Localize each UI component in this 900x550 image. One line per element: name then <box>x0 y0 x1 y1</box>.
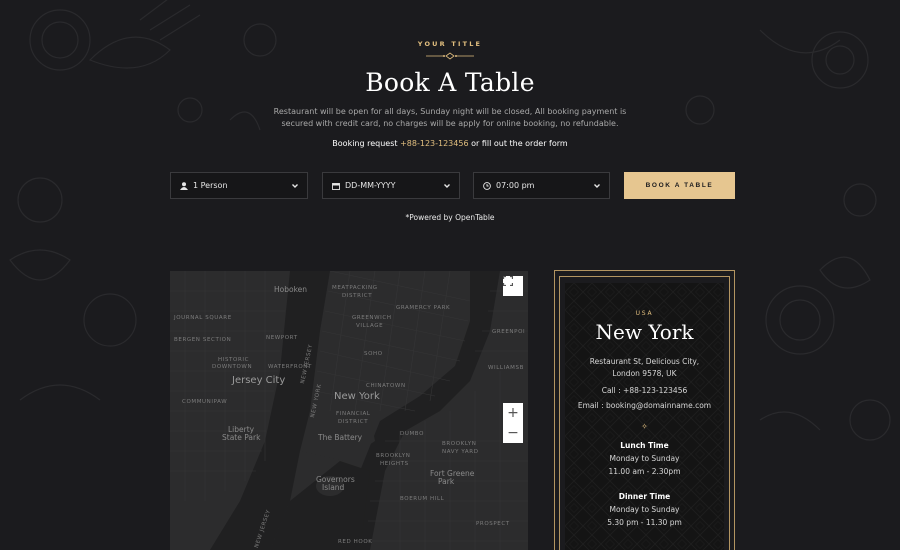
diamond-divider-icon: ✧ <box>641 422 648 431</box>
chevron-down-icon <box>444 184 450 188</box>
chevron-down-icon <box>594 184 600 188</box>
map-label-new-york: New York <box>334 391 380 402</box>
location-address: Restaurant St, Delicious City, London 95… <box>565 356 724 380</box>
map-fullscreen-button[interactable] <box>503 276 523 296</box>
location-email[interactable]: Email : booking@domainname.com <box>565 401 724 410</box>
map-label-financial-district: DISTRICT <box>338 419 369 425</box>
map-label-park: Park <box>438 477 455 486</box>
map-label-gramercy: GRAMERCY PARK <box>396 305 451 311</box>
date-picker[interactable]: DD-MM-YYYY <box>322 172 460 199</box>
booking-description: Restaurant will be open for all days, Su… <box>273 107 627 128</box>
dinner-hours: 5.30 pm - 11.30 pm <box>607 518 682 527</box>
date-value: DD-MM-YYYY <box>345 181 396 190</box>
map-label-brooklyn-navy: BROOKLYN <box>442 441 477 447</box>
map-label-boerum-hill: BOERUM HILL <box>400 496 445 502</box>
dinner-days: Monday to Sunday <box>609 505 680 514</box>
lunch-time-title: Lunch Time <box>620 441 669 450</box>
lunch-hours: 11.00 am - 2.30pm <box>608 467 681 476</box>
map-label-financial: FINANCIAL <box>336 411 371 417</box>
map-label-bergen: BERGEN SECTION <box>174 337 232 343</box>
map-label-jersey-city: Jersey City <box>232 375 286 386</box>
location-map[interactable]: Hoboken MEATPACKING DISTRICT GRAMERCY PA… <box>170 271 528 550</box>
map-label-journal-square: JOURNAL SQUARE <box>174 315 232 321</box>
powered-by-text: *Powered by OpenTable <box>405 213 495 222</box>
map-label-island: Island <box>322 483 345 492</box>
map-zoom-out-button[interactable]: − <box>503 423 523 443</box>
map-label-dumbo: DUMBO <box>400 431 425 437</box>
time-value: 07:00 pm <box>496 181 535 190</box>
location-card: USA New York Restaurant St, Delicious Ci… <box>565 283 724 550</box>
calendar-icon <box>331 181 341 191</box>
map-label-battery: The Battery <box>318 433 363 442</box>
location-phone[interactable]: Call : +88-123-123456 <box>565 386 724 395</box>
time-select[interactable]: 07:00 pm <box>473 172 610 199</box>
map-label-meatpacking: MEATPACKING <box>332 285 378 291</box>
booking-header: YOUR TITLE Book A Table Restaurant will … <box>0 40 900 148</box>
fullscreen-icon <box>503 276 513 286</box>
map-label-greenwich: GREENWICH <box>352 315 392 321</box>
map-label-district: DISTRICT <box>342 293 373 299</box>
map-label-red-hook: RED HOOK <box>338 539 373 545</box>
page-title: Book A Table <box>365 68 535 97</box>
map-label-williamsburg: WILLIAMSB <box>488 365 524 371</box>
address-line-1: Restaurant St, Delicious City, <box>589 357 700 366</box>
map-label-historic: HISTORIC <box>218 357 250 363</box>
map-label-communipaw: COMMUNIPAW <box>182 399 228 405</box>
map-label-brooklyn-heights: BROOKLYN <box>376 453 411 459</box>
clock-icon <box>482 181 492 191</box>
map-label-newport: NEWPORT <box>266 335 298 341</box>
user-icon <box>179 181 189 191</box>
map-label-hoboken: Hoboken <box>274 285 308 294</box>
chevron-down-icon <box>292 184 298 188</box>
location-city: New York <box>595 320 694 344</box>
booking-request-prefix: Booking request <box>332 139 398 148</box>
section-eyebrow: YOUR TITLE <box>417 40 483 48</box>
map-label-soho: SOHO <box>364 351 383 357</box>
map-label-village: VILLAGE <box>356 323 384 329</box>
booking-form: 1 Person DD-MM-YYYY 07:00 pm BOOK A TABL… <box>170 172 735 199</box>
booking-phone-link[interactable]: +88-123-123456 <box>400 139 468 148</box>
booking-request-line: Booking request +88-123-123456 or fill o… <box>0 139 900 148</box>
location-country: USA <box>635 310 654 317</box>
dinner-time-title: Dinner Time <box>618 492 671 501</box>
map-label-state-park: State Park <box>222 433 261 442</box>
booking-request-suffix: or fill out the order form <box>471 139 568 148</box>
map-label-navy-yard: NAVY YARD <box>442 449 479 455</box>
map-label-heights: HEIGHTS <box>380 461 409 467</box>
persons-value: 1 Person <box>193 181 228 190</box>
map-label-prospect: PROSPECT <box>476 521 510 527</box>
map-label-chinatown: CHINATOWN <box>366 383 406 389</box>
lunch-days: Monday to Sunday <box>609 454 680 463</box>
address-line-2: London 9578, UK <box>612 369 677 378</box>
ornament-divider-icon <box>426 52 474 60</box>
map-zoom-in-button[interactable]: + <box>503 403 523 423</box>
persons-select[interactable]: 1 Person <box>170 172 308 199</box>
map-label-downtown: DOWNTOWN <box>212 364 253 370</box>
map-label-greenpoint: GREENPOI <box>492 329 526 335</box>
book-table-button[interactable]: BOOK A TABLE <box>624 172 735 199</box>
